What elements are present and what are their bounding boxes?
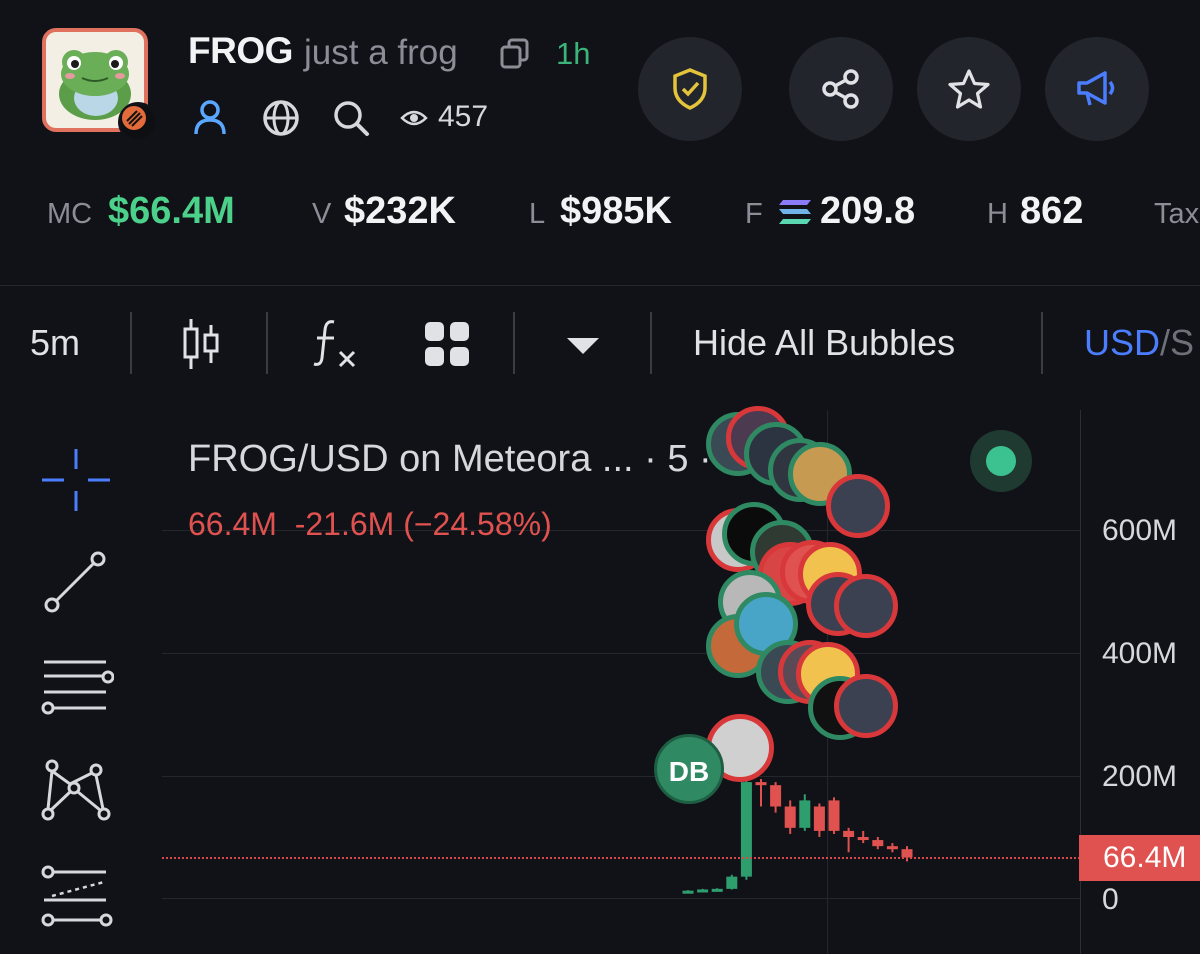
y-tick-label: 200M bbox=[1102, 760, 1178, 793]
candle-body bbox=[697, 889, 709, 893]
candle-body bbox=[726, 876, 738, 889]
candle-body bbox=[682, 890, 694, 894]
candle-body bbox=[813, 806, 825, 831]
y-tick-label: 400M bbox=[1102, 637, 1178, 670]
candle-body bbox=[770, 785, 782, 807]
candle-body bbox=[711, 888, 723, 892]
y-tick-label: 600M bbox=[1102, 514, 1178, 547]
current-price-line bbox=[162, 857, 1080, 859]
candle-body bbox=[843, 830, 855, 837]
legend-value: 66.4M bbox=[188, 506, 277, 542]
trader-bubble[interactable] bbox=[834, 674, 898, 738]
candle-body bbox=[872, 840, 884, 847]
candle-body bbox=[857, 837, 869, 841]
current-price-tag: 66.4M bbox=[1079, 835, 1200, 881]
candle-body bbox=[755, 782, 767, 786]
trader-bubble-initials[interactable]: DB bbox=[654, 734, 724, 804]
candle-body bbox=[828, 800, 840, 831]
legend-change: -21.6M (−24.58%) bbox=[294, 506, 552, 542]
live-status-indicator bbox=[970, 430, 1032, 492]
candle-body bbox=[784, 806, 796, 828]
y-tick-label: 0 bbox=[1102, 883, 1119, 916]
candle-body bbox=[886, 846, 898, 850]
trader-bubble[interactable] bbox=[826, 474, 890, 538]
trader-bubble[interactable] bbox=[834, 574, 898, 638]
candle-body bbox=[740, 782, 752, 877]
candle-body bbox=[799, 800, 811, 828]
ohlc-legend: 66.4M -21.6M (−24.58%) bbox=[188, 506, 552, 543]
